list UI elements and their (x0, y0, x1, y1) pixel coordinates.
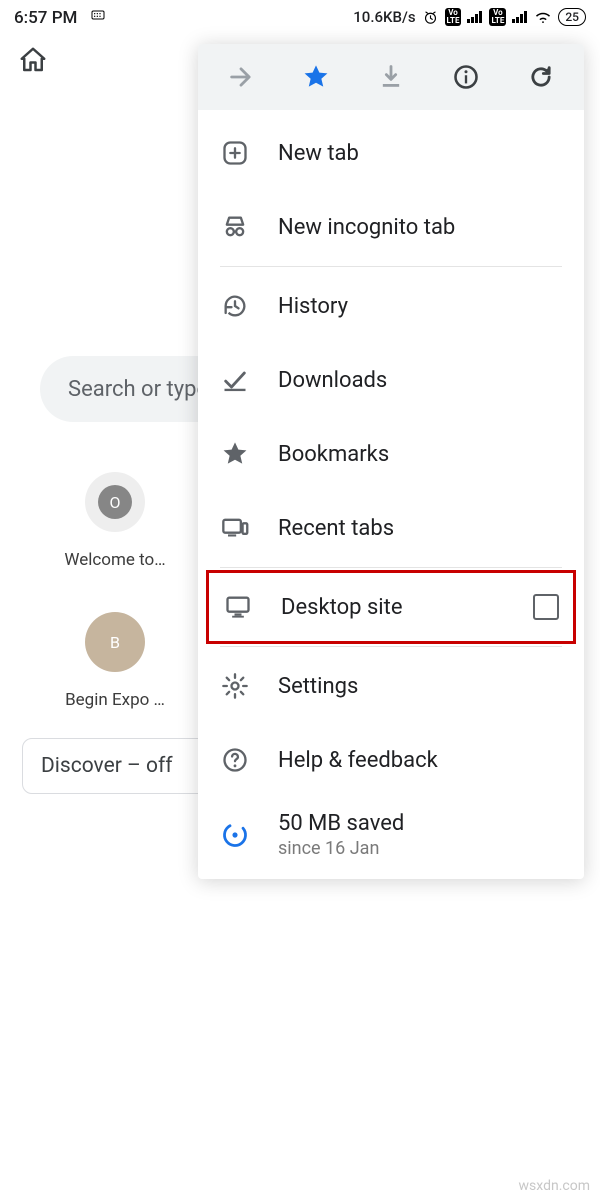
menu-item-label: New incognito tab (278, 215, 455, 240)
menu-item-label: Bookmarks (278, 442, 389, 467)
downloads-check-icon (220, 365, 250, 395)
shortcut-tile[interactable]: B Begin Expo … (50, 612, 180, 710)
data-saved-amount: 50 MB saved (278, 811, 404, 836)
gear-icon (220, 671, 250, 701)
home-icon[interactable] (18, 45, 48, 79)
search-placeholder: Search or type (68, 377, 208, 402)
status-time-text: 6:57 PM (14, 8, 77, 28)
menu-item-downloads[interactable]: Downloads (198, 343, 584, 417)
volte-icon-1: VoLTE (445, 8, 462, 26)
data-saver-icon (220, 821, 250, 849)
info-button[interactable] (436, 47, 496, 107)
menu-item-label: Desktop site (281, 595, 403, 620)
incognito-icon (220, 212, 250, 242)
menu-item-history[interactable]: History (198, 269, 584, 343)
tile-letter: B (85, 612, 145, 672)
desktop-icon (223, 592, 253, 622)
menu-item-new-tab[interactable]: New tab (198, 116, 584, 190)
menu-item-label: Help & feedback (278, 748, 438, 773)
menu-body: New tab New incognito tab History Downlo… (198, 110, 584, 879)
menu-item-incognito[interactable]: New incognito tab (198, 190, 584, 264)
menu-item-label: New tab (278, 141, 359, 166)
menu-item-settings[interactable]: Settings (198, 649, 584, 723)
alarm-icon (422, 9, 439, 26)
menu-item-help[interactable]: Help & feedback (198, 723, 584, 797)
history-icon (220, 291, 250, 321)
volte-icon-2: VoLTE (489, 8, 506, 26)
menu-item-label: Recent tabs (278, 516, 394, 541)
menu-item-data-saved[interactable]: 50 MB saved since 16 Jan (198, 797, 584, 859)
download-button[interactable] (361, 47, 421, 107)
status-bar: 6:57 PM 10.6KB/s VoLTE VoLTE 25 (0, 0, 600, 34)
menu-item-label: Settings (278, 674, 358, 699)
overflow-menu: New tab New incognito tab History Downlo… (198, 44, 584, 879)
tile-letter: O (98, 485, 132, 519)
menu-item-bookmarks[interactable]: Bookmarks (198, 417, 584, 491)
tile-label: Welcome to… (64, 550, 165, 570)
menu-separator (220, 266, 562, 267)
menu-item-label: History (278, 294, 348, 319)
status-time: 6:57 PM (14, 7, 106, 28)
desktop-site-checkbox[interactable] (533, 594, 559, 620)
status-right: 10.6KB/s VoLTE VoLTE 25 (353, 8, 586, 26)
bookmark-star-button[interactable] (286, 47, 346, 107)
bookmarks-star-icon (220, 439, 250, 469)
tile-label: Begin Expo … (65, 690, 165, 710)
menu-item-desktop-site[interactable]: Desktop site (209, 573, 573, 641)
new-tab-icon (220, 138, 250, 168)
menu-separator (220, 567, 562, 568)
reload-button[interactable] (511, 47, 571, 107)
menu-item-label: Downloads (278, 368, 387, 393)
menu-separator (220, 646, 562, 647)
watermark: wsxdn.com (519, 1178, 590, 1194)
menu-icon-row (198, 44, 584, 110)
signal-icon-2 (512, 11, 528, 23)
forward-button[interactable] (211, 47, 271, 107)
signal-icon-1 (467, 11, 483, 23)
status-netspeed: 10.6KB/s (353, 8, 415, 26)
recent-tabs-icon (220, 513, 250, 543)
menu-item-recent-tabs[interactable]: Recent tabs (198, 491, 584, 565)
shortcut-tile[interactable]: O Welcome to… (50, 472, 180, 570)
keyboard-icon (90, 7, 106, 23)
help-icon (220, 745, 250, 775)
wifi-icon (534, 8, 552, 26)
battery-indicator: 25 (558, 8, 586, 26)
discover-label: Discover – off (41, 754, 173, 778)
data-saved-text: 50 MB saved since 16 Jan (278, 811, 404, 859)
desktop-site-highlight: Desktop site (206, 570, 576, 644)
data-saved-since: since 16 Jan (278, 838, 404, 859)
